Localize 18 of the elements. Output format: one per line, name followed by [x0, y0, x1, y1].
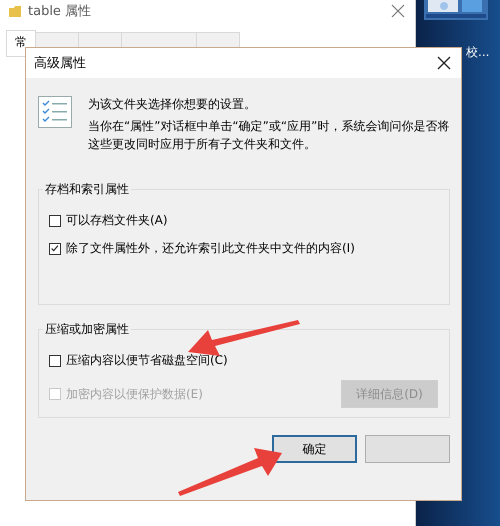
- checkbox-option[interactable]: 可以存档文件夹(A): [49, 212, 439, 229]
- window-title: table 属性: [28, 3, 92, 20]
- intro-text: 为该文件夹选择你想要的设置。: [88, 96, 257, 113]
- checkbox[interactable]: [49, 242, 61, 254]
- dialog-title: 高级属性: [34, 55, 86, 72]
- checkbox[interactable]: [49, 354, 61, 366]
- checklist-icon: [38, 96, 72, 128]
- group-title: 压缩或加密属性: [43, 321, 131, 338]
- desktop-icon-label[interactable]: 校...: [466, 44, 490, 61]
- checkbox-option[interactable]: 压缩内容以便节省磁盘空间(C): [49, 352, 439, 369]
- description-text: 当你在“属性”对话框中单击“确定”或“应用”时，系统会询问你是否将这些更改同时应用于所有子文件夹和文件。: [88, 118, 450, 153]
- checkbox[interactable]: [49, 214, 61, 226]
- checkbox-option[interactable]: 除了文件属性外，还允许索引此文件夹中文件的内容(I): [49, 240, 439, 257]
- ok-button[interactable]: 确定: [272, 435, 357, 463]
- dialog-button[interactable]: [365, 435, 450, 463]
- close-icon[interactable]: [437, 56, 451, 70]
- group-title: 存档和索引属性: [43, 181, 131, 198]
- folder-icon: [8, 4, 22, 18]
